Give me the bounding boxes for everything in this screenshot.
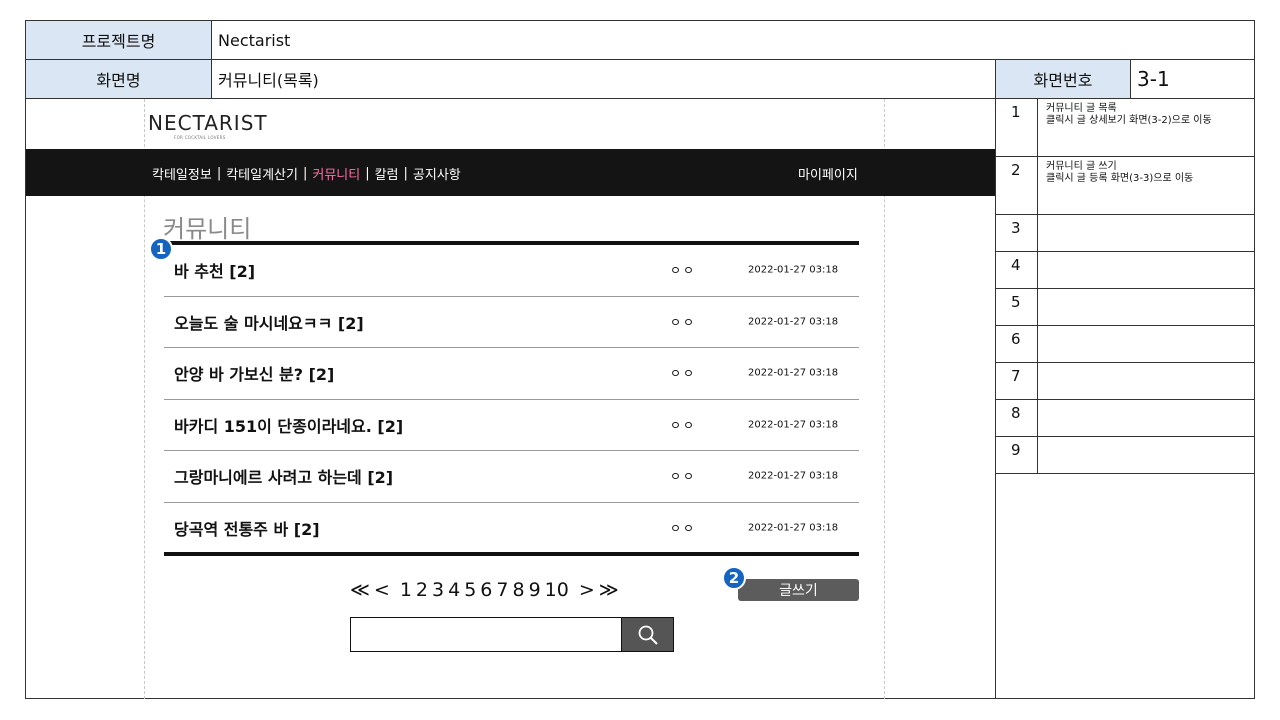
post-title[interactable]: 바카디 151이 단종이라네요. [2]	[174, 413, 403, 437]
description-number: 1	[996, 99, 1038, 156]
annotation-badge-1: 1	[149, 237, 173, 261]
post-author: ㅇㅇ	[670, 418, 697, 433]
nav-separator: |	[216, 166, 222, 181]
description-row: 5	[996, 289, 1255, 326]
nav-separator: |	[403, 166, 408, 181]
post-title[interactable]: 그랑마니에르 사려고 하는데 [2]	[174, 464, 393, 488]
write-post-button[interactable]: 글쓰기	[738, 579, 859, 601]
description-number: 6	[996, 326, 1038, 362]
storyboard-frame: 프로젝트명 Nectarist 화면명 커뮤니티(목록) 화면번호 3-1 NE…	[25, 20, 1255, 699]
last-page-button[interactable]: ≫	[599, 579, 619, 601]
main-navbar: 칵테일정보 | 칵테일계산기 | 커뮤니티 | 칼럼 | 공지사항 마이페이지	[26, 149, 995, 196]
prev-page-button[interactable]: <	[374, 579, 390, 601]
screen-number-label: 화면번호	[996, 60, 1131, 99]
description-text	[1038, 215, 1255, 251]
description-row: 8	[996, 400, 1255, 437]
description-number: 3	[996, 215, 1038, 251]
post-date: 2022-01-27 03:18	[748, 470, 839, 482]
project-name-label: 프로젝트명	[26, 21, 212, 60]
description-number: 4	[996, 252, 1038, 288]
nav-item-cocktail-info[interactable]: 칵테일정보	[152, 164, 212, 183]
post-date: 2022-01-27 03:18	[748, 419, 839, 431]
description-row: 4	[996, 252, 1255, 289]
nav-item-notice[interactable]: 공지사항	[413, 164, 461, 183]
post-row[interactable]: 바카디 151이 단종이라네요. [2] ㅇㅇ 2022-01-27 03:18	[164, 400, 859, 451]
post-title[interactable]: 오늘도 술 마시네요ㅋㅋ [2]	[174, 310, 364, 334]
description-text	[1038, 437, 1255, 473]
nav-item-community[interactable]: 커뮤니티	[312, 164, 360, 183]
page-number[interactable]: 5	[464, 579, 476, 601]
description-row: 6	[996, 326, 1255, 363]
page-number[interactable]: 1	[400, 579, 412, 601]
post-row[interactable]: 바 추천 [2] ㅇㅇ 2022-01-27 03:18	[164, 245, 859, 297]
search-button[interactable]	[621, 617, 674, 652]
nav-item-column[interactable]: 칼럼	[375, 164, 399, 183]
description-text	[1038, 252, 1255, 288]
page-number[interactable]: 8	[512, 579, 524, 601]
description-row: 7	[996, 363, 1255, 400]
post-row[interactable]: 당곡역 전통주 바 [2] ㅇㅇ 2022-01-27 03:18	[164, 503, 859, 555]
page-number[interactable]: 10	[545, 579, 569, 601]
post-author: ㅇㅇ	[670, 315, 697, 330]
nav-menu: 칵테일정보 | 칵테일계산기 | 커뮤니티 | 칼럼 | 공지사항	[152, 164, 461, 183]
page-number[interactable]: 4	[448, 579, 460, 601]
nav-separator: |	[302, 166, 308, 181]
description-row: 2 커뮤니티 글 쓰기 클릭시 글 등록 화면(3-3)으로 이동	[996, 157, 1255, 215]
description-row: 9	[996, 437, 1255, 474]
description-number: 9	[996, 437, 1038, 473]
description-number: 7	[996, 363, 1038, 399]
page-number[interactable]: 2	[416, 579, 428, 601]
post-author: ㅇㅇ	[670, 469, 697, 484]
mypage-link[interactable]: 마이페이지	[798, 164, 858, 183]
post-date: 2022-01-27 03:18	[748, 316, 839, 328]
list-bottom-divider	[164, 552, 859, 556]
post-author: ㅇㅇ	[670, 521, 697, 536]
page-number[interactable]: 6	[480, 579, 492, 601]
page-number[interactable]: 3	[432, 579, 444, 601]
annotation-badge-2: 2	[722, 566, 746, 590]
description-text	[1038, 363, 1255, 399]
description-text: 커뮤니티 글 쓰기 클릭시 글 등록 화면(3-3)으로 이동	[1046, 161, 1194, 184]
page-number[interactable]: 9	[529, 579, 541, 601]
description-text	[1038, 400, 1255, 436]
description-text: 커뮤니티 글 목록 클릭시 글 상세보기 화면(3-2)으로 이동	[1046, 103, 1212, 126]
screen-name-value: 커뮤니티(목록)	[212, 60, 996, 99]
first-page-button[interactable]: ≪	[350, 579, 370, 601]
post-date: 2022-01-27 03:18	[748, 264, 839, 276]
page-number[interactable]: 7	[496, 579, 508, 601]
post-row[interactable]: 그랑마니에르 사려고 하는데 [2] ㅇㅇ 2022-01-27 03:18	[164, 451, 859, 503]
search-input[interactable]	[350, 617, 622, 652]
logo-subtext: FOR COCKTAIL LOVERS	[174, 135, 226, 140]
post-author: ㅇㅇ	[670, 263, 697, 278]
pagination: ≪ < 1 2 3 4 5 6 7 8 9 10 > ≫	[348, 579, 621, 601]
post-title[interactable]: 당곡역 전통주 바 [2]	[174, 516, 320, 540]
screen-name-label: 화면명	[26, 60, 212, 99]
next-page-button[interactable]: >	[579, 579, 595, 601]
post-row[interactable]: 오늘도 술 마시네요ㅋㅋ [2] ㅇㅇ 2022-01-27 03:18	[164, 297, 859, 348]
search-icon	[638, 625, 658, 645]
description-text	[1038, 326, 1255, 362]
post-title[interactable]: 바 추천 [2]	[174, 258, 255, 282]
post-author: ㅇㅇ	[670, 366, 697, 381]
description-text	[1038, 289, 1255, 325]
screen-number-value: 3-1	[1131, 60, 1255, 99]
post-date: 2022-01-27 03:18	[748, 522, 839, 534]
logo-text: NECTARIST	[148, 111, 268, 135]
post-title[interactable]: 안양 바 가보신 분? [2]	[174, 361, 334, 385]
nav-item-cocktail-calculator[interactable]: 칵테일계산기	[226, 164, 298, 183]
screen-mockup: NECTARIST FOR COCKTAIL LOVERS 칵테일정보 | 칵테…	[26, 99, 996, 699]
description-number: 2	[996, 157, 1038, 214]
project-name-value: Nectarist	[212, 21, 1255, 60]
description-number: 8	[996, 400, 1038, 436]
description-number: 5	[996, 289, 1038, 325]
description-row: 3	[996, 215, 1255, 252]
post-row[interactable]: 안양 바 가보신 분? [2] ㅇㅇ 2022-01-27 03:18	[164, 348, 859, 400]
post-date: 2022-01-27 03:18	[748, 367, 839, 379]
post-list: 바 추천 [2] ㅇㅇ 2022-01-27 03:18 오늘도 술 마시네요ㅋ…	[164, 245, 859, 554]
site-logo[interactable]: NECTARIST FOR COCKTAIL LOVERS	[148, 111, 288, 141]
description-panel: 1 커뮤니티 글 목록 클릭시 글 상세보기 화면(3-2)으로 이동 2 커뮤…	[996, 99, 1255, 474]
page-title: 커뮤니티	[163, 215, 252, 243]
nav-separator: |	[365, 166, 370, 181]
description-row: 1 커뮤니티 글 목록 클릭시 글 상세보기 화면(3-2)으로 이동	[996, 99, 1255, 157]
